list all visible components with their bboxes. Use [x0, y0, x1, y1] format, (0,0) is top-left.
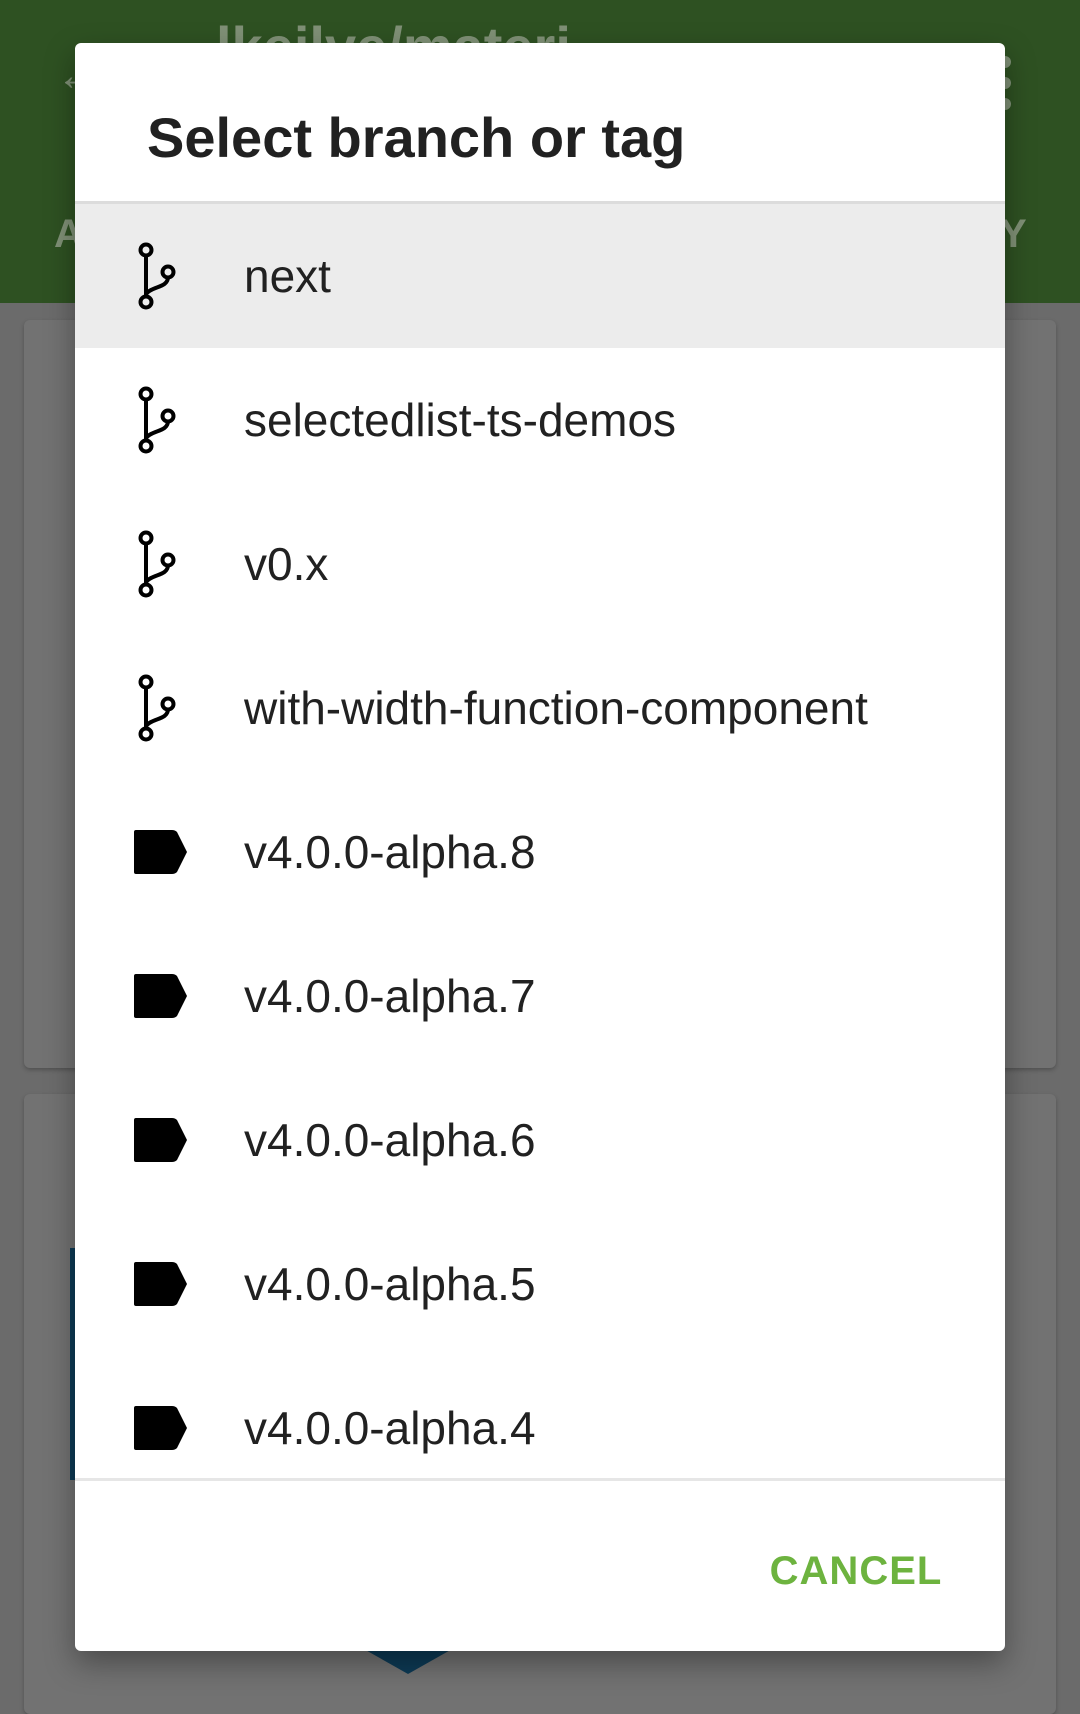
- branch-tag-list[interactable]: next selectedlist-ts-demos v0.x with-wid…: [75, 204, 1005, 1522]
- list-item-label: v4.0.0-alpha.6: [244, 1114, 536, 1166]
- tag-icon: [130, 1394, 190, 1462]
- list-item-label: v4.0.0-alpha.8: [244, 826, 536, 878]
- dialog-divider: [75, 1478, 1005, 1481]
- tag-icon: [130, 1250, 190, 1318]
- git-branch-icon: [130, 242, 190, 310]
- list-item-label: selectedlist-ts-demos: [244, 394, 677, 446]
- list-item-label: v4.0.0-alpha.5: [244, 1258, 536, 1310]
- list-item-tag[interactable]: v4.0.0-alpha.8: [75, 780, 1005, 924]
- list-item-branch[interactable]: with-width-function-component: [75, 636, 1005, 780]
- list-item-tag[interactable]: v4.0.0-alpha.5: [75, 1212, 1005, 1356]
- list-item-branch[interactable]: v0.x: [75, 492, 1005, 636]
- background-shape: [362, 1648, 454, 1674]
- list-item-label: with-width-function-component: [244, 682, 868, 734]
- git-branch-icon: [130, 674, 190, 742]
- git-branch-icon: [130, 386, 190, 454]
- cancel-button[interactable]: CANCEL: [761, 1531, 951, 1611]
- tag-icon: [130, 818, 190, 886]
- list-item-tag[interactable]: v4.0.0-alpha.7: [75, 924, 1005, 1068]
- list-item-branch[interactable]: next: [75, 204, 1005, 348]
- list-item-label: v4.0.0-alpha.7: [244, 970, 536, 1022]
- dialog-title: Select branch or tag: [147, 106, 686, 169]
- select-branch-dialog: Select branch or tag next selectedlist-t…: [75, 43, 1005, 1651]
- list-item-branch[interactable]: selectedlist-ts-demos: [75, 348, 1005, 492]
- git-branch-icon: [130, 530, 190, 598]
- list-item-label: next: [244, 250, 331, 302]
- list-item-tag[interactable]: v4.0.0-alpha.6: [75, 1068, 1005, 1212]
- tag-icon: [130, 962, 190, 1030]
- tag-icon: [130, 1106, 190, 1174]
- list-item-label: v0.x: [244, 538, 329, 590]
